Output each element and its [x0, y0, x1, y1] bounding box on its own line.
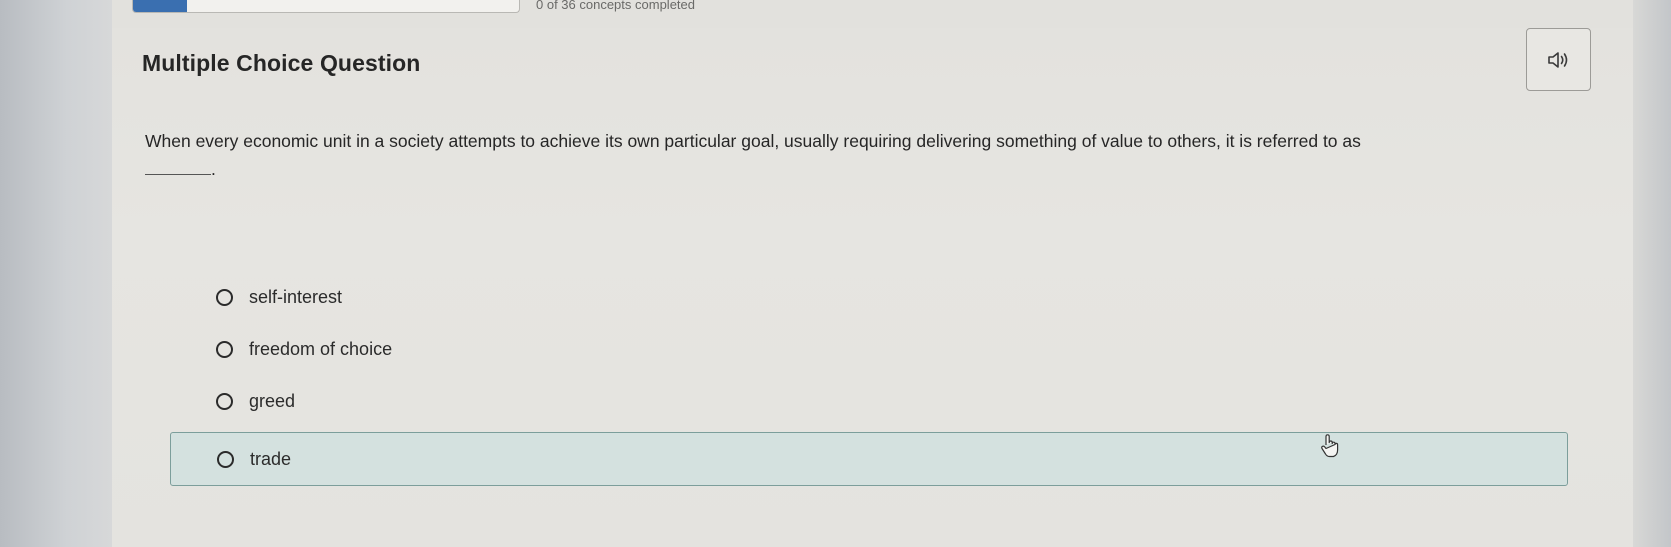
- screen-bezel-right: [1633, 0, 1671, 547]
- answer-option-label: trade: [250, 448, 292, 469]
- question-text: When every economic unit in a society at…: [145, 131, 1361, 151]
- question-trailing-punct: .: [211, 159, 216, 179]
- answer-option-label: self-interest: [249, 286, 343, 307]
- radio-button[interactable]: [217, 450, 234, 468]
- answer-option[interactable]: trade: [170, 432, 1568, 486]
- hand-pointer-icon: [1321, 434, 1339, 458]
- question-type-title: Multiple Choice Question: [142, 50, 421, 76]
- answer-option[interactable]: greed: [170, 374, 1568, 428]
- answer-option[interactable]: self-interest: [170, 270, 1568, 324]
- progress-status-text: 0 of 36 concepts completed: [536, 0, 695, 12]
- answer-option-label: freedom of choice: [249, 338, 393, 359]
- radio-button[interactable]: [216, 392, 233, 410]
- radio-button[interactable]: [216, 340, 233, 358]
- answer-blank: [145, 160, 211, 175]
- answer-option-label: greed: [249, 390, 296, 411]
- speaker-icon: [1547, 51, 1567, 68]
- progress-bar: [132, 0, 520, 13]
- answer-option[interactable]: freedom of choice: [170, 322, 1568, 376]
- question-prompt: When every economic unit in a society at…: [145, 127, 1565, 183]
- progress-bar-fill: [133, 0, 188, 12]
- radio-button[interactable]: [216, 288, 233, 306]
- screen-bezel-left: [0, 0, 112, 547]
- read-aloud-button[interactable]: [1526, 28, 1591, 91]
